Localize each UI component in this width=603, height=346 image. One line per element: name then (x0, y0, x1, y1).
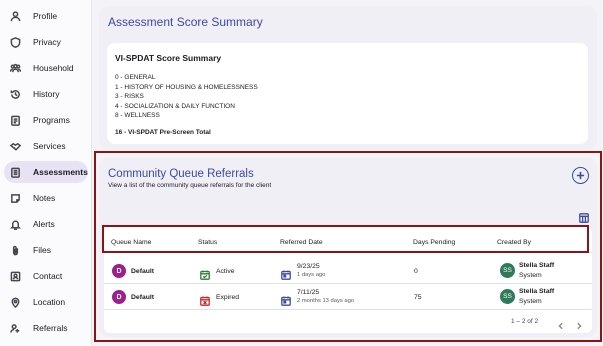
pagination-range: 1 – 2 of 2 (511, 318, 539, 325)
status-text: Expired (216, 294, 240, 301)
column-settings-icon[interactable] (579, 210, 589, 223)
sidebar-item-privacy[interactable]: Privacy (4, 31, 88, 53)
sidebar-item-label: Files (33, 245, 51, 255)
score-line: 3 - RISKS (115, 93, 144, 100)
creator-role: System (519, 298, 542, 305)
paperclip-icon (9, 244, 21, 256)
sidebar-item-label: History (33, 89, 60, 99)
queue-name: Default (131, 268, 155, 275)
chevron-right-icon[interactable] (575, 317, 583, 330)
sidebar-item-files[interactable]: Files (4, 239, 88, 261)
days-pending: 75 (414, 294, 422, 301)
referred-date: 7/11/25 (297, 289, 320, 296)
score-line: 4 - SOCIALIZATION & DAILY FUNCTION (115, 102, 235, 110)
sidebar-item-label: Alerts (33, 219, 55, 229)
sidebar: Profile Privacy Household History Progra… (0, 0, 92, 346)
queue-avatar: D (112, 290, 126, 304)
score-total: 16 - VI-SPDAT Pre-Screen Total (115, 129, 211, 136)
assessment-icon (9, 166, 21, 178)
sidebar-item-services[interactable]: Services (4, 135, 88, 157)
referral-icon (9, 322, 21, 334)
sidebar-item-referrals[interactable]: Referrals (4, 317, 88, 339)
sidebar-item-label: Referrals (33, 323, 68, 333)
note-icon (9, 192, 21, 204)
score-line: 8 - WELLNESS (115, 112, 160, 119)
sidebar-item-programs[interactable]: Programs (4, 109, 88, 131)
creator-name: Stella Staff (519, 288, 555, 295)
sidebar-item-assessments[interactable]: Assessments (4, 161, 88, 183)
bell-icon (9, 218, 21, 230)
sidebar-item-alerts[interactable]: Alerts (4, 213, 88, 235)
history-icon (9, 88, 21, 100)
sidebar-item-history[interactable]: History (4, 83, 88, 105)
highlight-box-table-header (102, 225, 589, 253)
sidebar-item-notes[interactable]: Notes (4, 187, 88, 209)
referred-date: 9/23/25 (297, 263, 320, 270)
plus-icon (576, 171, 585, 180)
status-text: Active (216, 268, 235, 275)
score-line: 1 - HISTORY OF HOUSING & HOMELESSNESS (115, 83, 258, 91)
creator-name: Stella Staff (519, 262, 555, 269)
shield-icon (9, 36, 21, 48)
referred-ago: 2 months 13 days ago (297, 298, 355, 304)
clipboard-icon (9, 114, 21, 126)
handshake-icon (9, 140, 21, 152)
sidebar-item-contact[interactable]: Contact (4, 265, 88, 287)
sidebar-item-label: Contact (33, 271, 63, 281)
contact-icon (9, 270, 21, 282)
table-row[interactable]: D Default Active 9/23/25 1 days ago 0 SS… (104, 258, 592, 284)
chevron-left-icon[interactable] (557, 317, 565, 330)
sidebar-item-label: Notes (33, 193, 56, 203)
sidebar-item-profile[interactable]: Profile (4, 5, 88, 27)
sidebar-item-label: Privacy (33, 37, 61, 47)
referrals-subtitle: View a list of the community queue refer… (108, 182, 272, 189)
score-summary-card: Assessment Score Summary VI-SPDAT Score … (99, 6, 597, 150)
calendar-check-icon (200, 267, 210, 280)
creator-role: System (519, 272, 542, 279)
calendar-x-icon (200, 293, 210, 306)
table-row[interactable]: D Default Expired 7/11/25 2 months 13 da… (104, 284, 592, 310)
calendar-icon (281, 293, 291, 306)
calendar-icon (281, 267, 291, 280)
location-icon (9, 296, 21, 308)
sidebar-item-label: Services (33, 141, 66, 151)
sidebar-item-label: Location (33, 297, 66, 307)
sidebar-item-label: Assessments (33, 167, 88, 177)
sidebar-item-label: Household (33, 63, 74, 73)
queue-avatar: D (112, 264, 126, 278)
group-icon (9, 62, 21, 74)
sidebar-item-location[interactable]: Location (4, 291, 88, 313)
score-summary-content: VI-SPDAT Score Summary 0 - GENERAL 1 - H… (107, 43, 588, 144)
queue-name: Default (131, 294, 155, 301)
days-pending: 0 (414, 268, 418, 275)
creator-avatar: SS (500, 263, 515, 278)
referred-ago: 1 days ago (297, 272, 326, 278)
creator-avatar: SS (500, 289, 515, 304)
score-summary-heading: VI-SPDAT Score Summary (115, 53, 222, 63)
sidebar-item-household[interactable]: Household (4, 57, 88, 79)
sidebar-item-label: Programs (33, 115, 70, 125)
score-summary-title: Assessment Score Summary (108, 15, 263, 29)
person-icon (9, 10, 21, 22)
add-referral-button[interactable] (572, 167, 589, 184)
referrals-title: Community Queue Referrals (108, 168, 254, 180)
sidebar-item-label: Profile (33, 11, 58, 21)
score-line: 0 - GENERAL (115, 74, 156, 81)
